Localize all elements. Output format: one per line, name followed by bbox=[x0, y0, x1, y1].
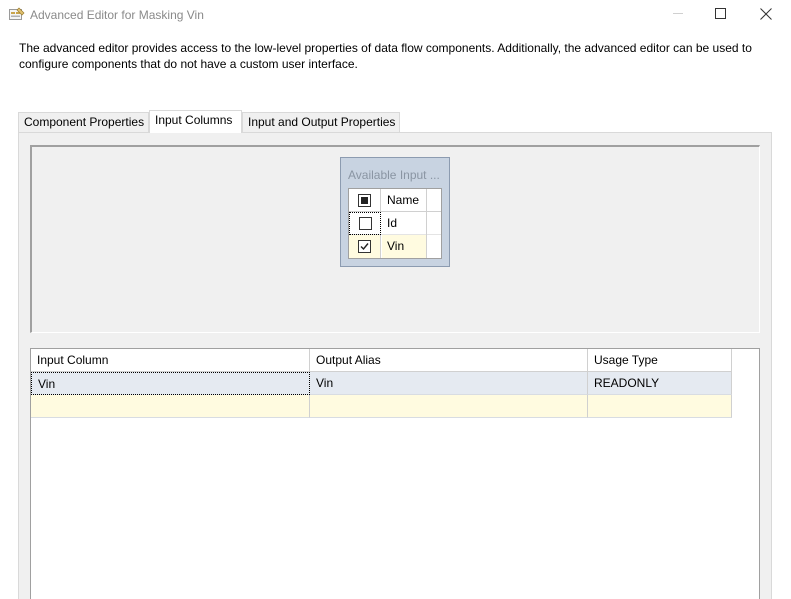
select-all-checkbox[interactable] bbox=[358, 194, 371, 207]
column-name: Vin bbox=[382, 235, 427, 258]
checkmark-icon bbox=[360, 243, 369, 251]
available-columns-header-row: Name bbox=[349, 189, 441, 212]
name-column-header[interactable]: Name bbox=[382, 189, 427, 212]
minimize-icon bbox=[672, 8, 684, 22]
description-line-1: The advanced editor provides access to t… bbox=[19, 41, 752, 55]
maximize-button[interactable] bbox=[697, 0, 743, 30]
input-column-cell[interactable]: Vin bbox=[31, 372, 310, 395]
available-column-row[interactable]: Id bbox=[349, 212, 441, 235]
column-checkbox[interactable] bbox=[358, 217, 372, 230]
usage-type-header[interactable]: Usage Type bbox=[588, 349, 732, 372]
close-button[interactable] bbox=[743, 0, 789, 30]
output-alias-header[interactable]: Output Alias bbox=[310, 349, 588, 372]
column-name: Id bbox=[382, 212, 427, 235]
tab-component-properties[interactable]: Component Properties bbox=[18, 112, 149, 133]
description-line-2: configure components that do not have a … bbox=[19, 57, 358, 71]
input-column-cell[interactable] bbox=[31, 395, 310, 418]
window-title: Advanced Editor for Masking Vin bbox=[30, 8, 204, 22]
usage-type-cell[interactable] bbox=[588, 395, 732, 418]
usage-type-cell[interactable]: READONLY bbox=[588, 372, 732, 395]
tab-input-columns[interactable]: Input Columns bbox=[149, 110, 242, 133]
select-all-cell[interactable] bbox=[349, 189, 381, 212]
advanced-editor-icon bbox=[9, 7, 25, 22]
column-checkbox[interactable] bbox=[358, 240, 371, 253]
close-icon bbox=[760, 7, 772, 23]
output-alias-cell[interactable]: Vin bbox=[310, 372, 588, 395]
available-column-row[interactable]: Vin bbox=[349, 235, 441, 258]
column-check-cell[interactable] bbox=[349, 235, 381, 258]
maximize-icon bbox=[714, 8, 726, 22]
title-bar: Advanced Editor for Masking Vin bbox=[0, 0, 791, 30]
output-alias-cell[interactable] bbox=[310, 395, 588, 418]
editor-description: The advanced editor provides access to t… bbox=[19, 40, 779, 72]
input-column-header[interactable]: Input Column bbox=[31, 349, 310, 372]
available-input-columns-grid: Name Id Vin bbox=[348, 188, 442, 259]
minimize-button[interactable] bbox=[655, 0, 701, 30]
available-input-columns-title: Available Input ... bbox=[348, 168, 440, 182]
new-row[interactable] bbox=[31, 395, 732, 418]
selected-columns-grid: Input Column Output Alias Usage Type Vin… bbox=[30, 348, 760, 599]
tab-input-output-properties[interactable]: Input and Output Properties bbox=[242, 112, 400, 133]
grid-header-row: Input Column Output Alias Usage Type bbox=[31, 349, 732, 372]
column-check-cell[interactable] bbox=[349, 212, 381, 235]
tab-strip: Component Properties Input Columns Input… bbox=[18, 110, 778, 133]
table-row[interactable]: Vin Vin READONLY bbox=[31, 372, 732, 395]
